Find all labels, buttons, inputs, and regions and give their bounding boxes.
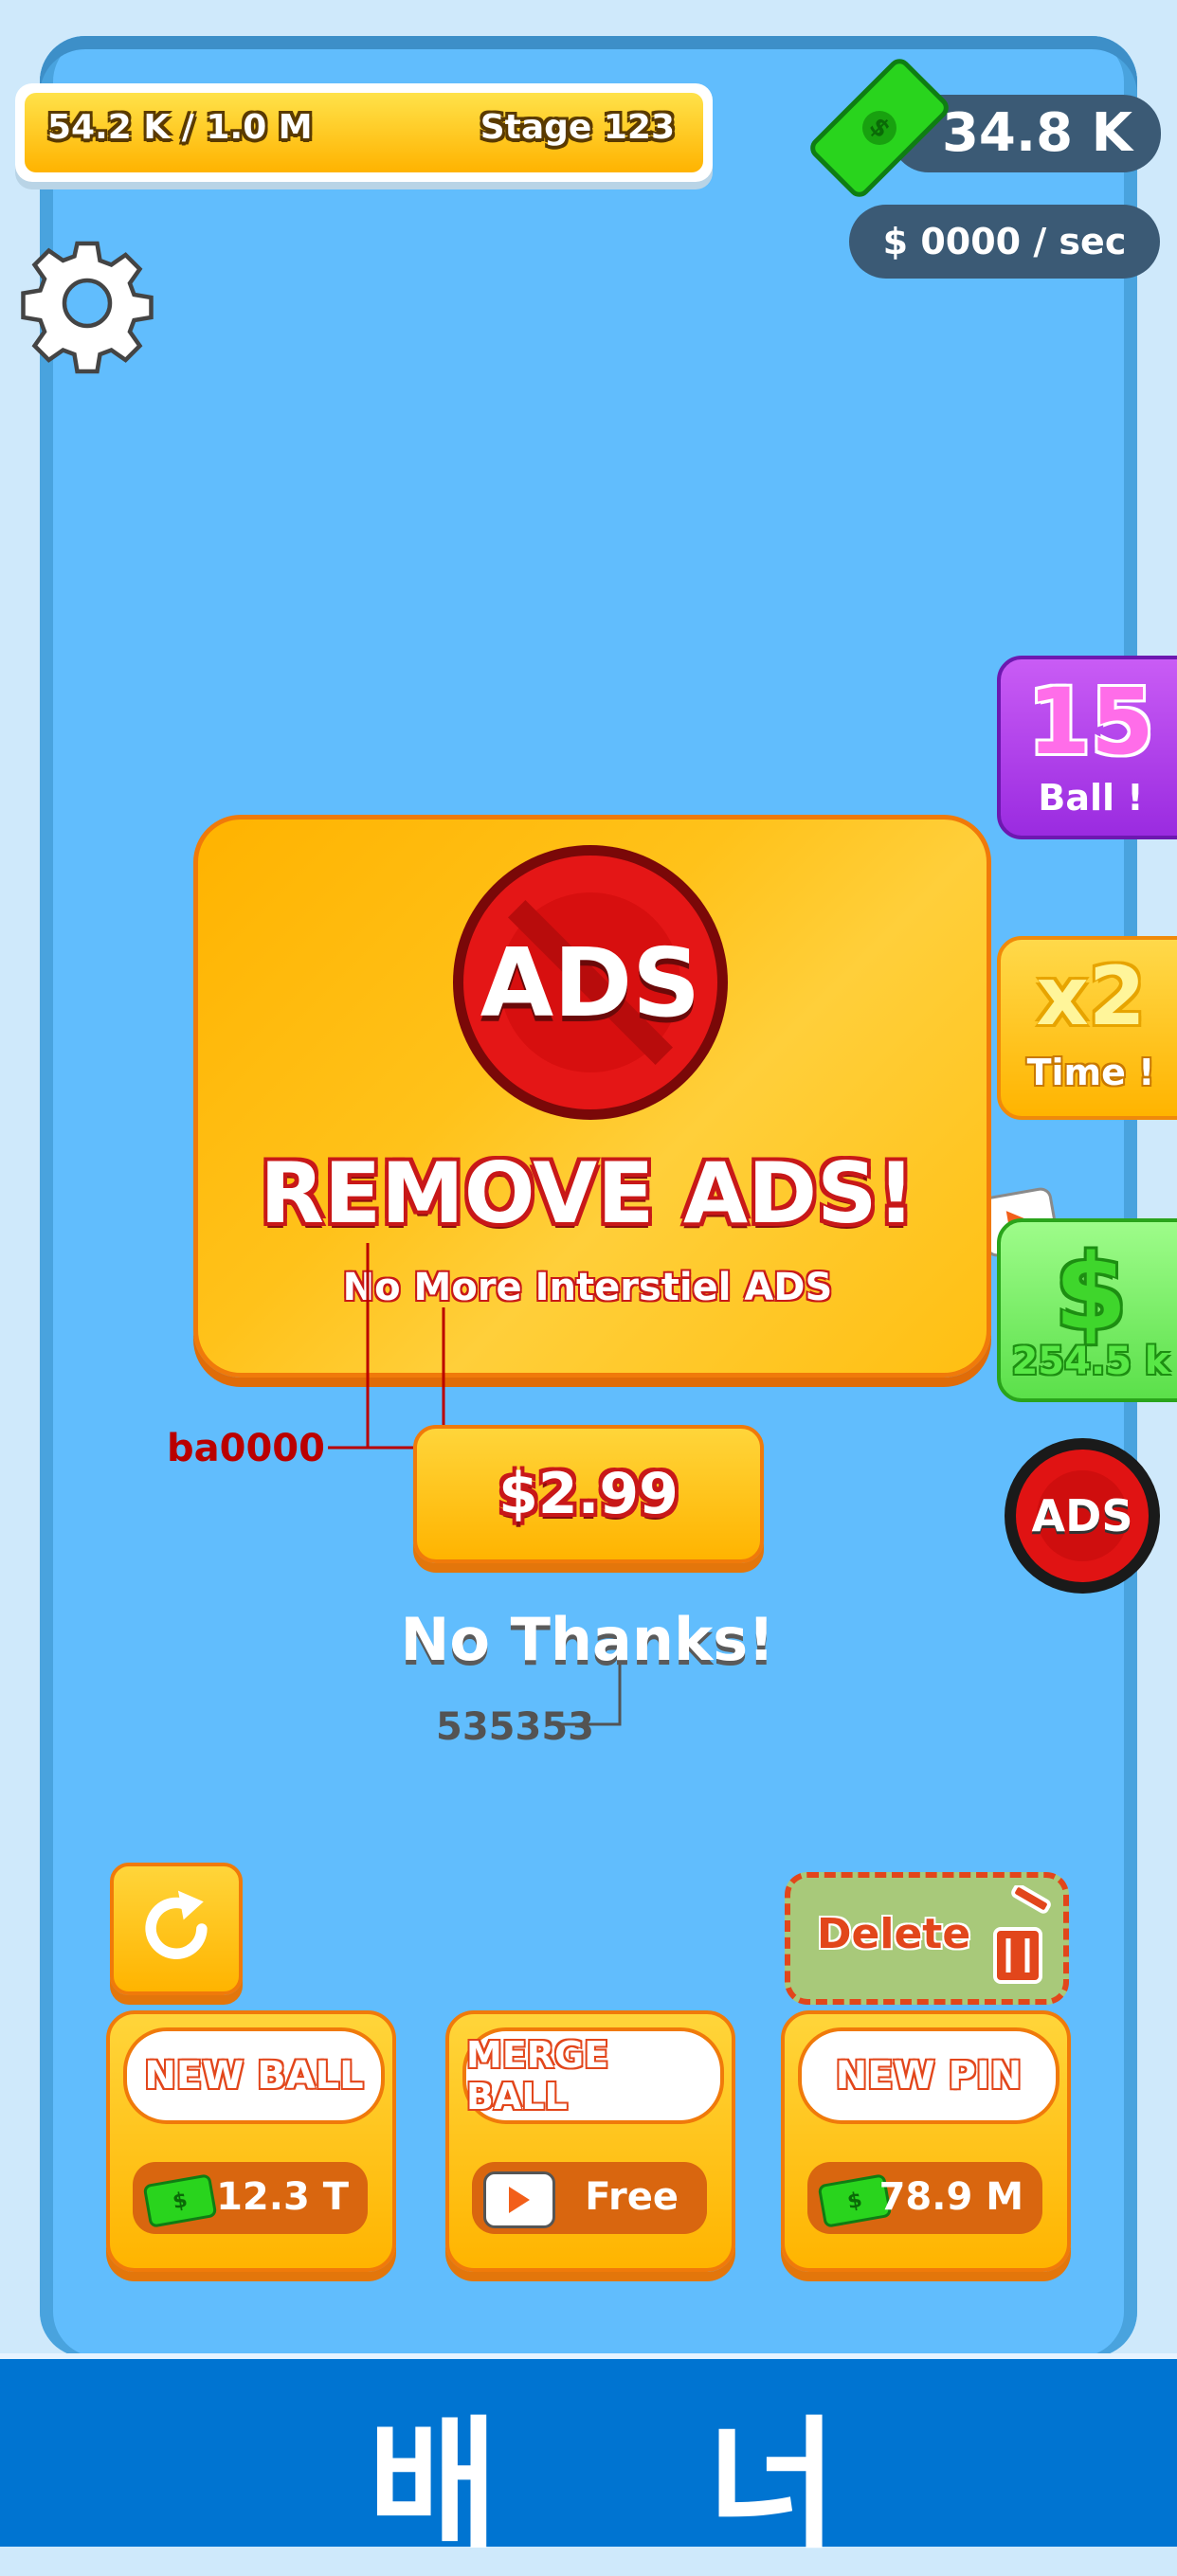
- delete-label: Delete: [817, 1910, 971, 1958]
- new-pin-button[interactable]: NEW PIN $ 78.9 M: [781, 2010, 1071, 2272]
- banner-text-right: 너: [707, 2404, 839, 2568]
- no-thanks-button[interactable]: No Thanks!: [398, 1605, 777, 1674]
- play-icon: [483, 2171, 555, 2228]
- merge-ball-label: MERGE BALL: [466, 2034, 609, 2117]
- merge-ball-cost: Free: [585, 2175, 679, 2219]
- new-pin-label: NEW PIN: [835, 2054, 1023, 2098]
- delete-zone[interactable]: Delete: [785, 1872, 1069, 2005]
- trash-icon: [993, 1885, 1051, 1984]
- cash-icon: $: [142, 2173, 218, 2228]
- annotation-gray: 535353: [436, 1705, 594, 1749]
- new-ball-label: NEW BALL: [144, 2054, 364, 2098]
- merge-ball-button[interactable]: MERGE BALL Free: [445, 2010, 735, 2272]
- buy-remove-ads-button[interactable]: $2.99: [413, 1425, 764, 1563]
- price-label: $2.99: [498, 1461, 679, 1527]
- new-pin-cost: 78.9 M: [878, 2175, 1023, 2219]
- ad-banner[interactable]: 배 너: [0, 2353, 1177, 2568]
- refresh-icon: [145, 1890, 208, 1959]
- annotation-red: ba0000: [167, 1427, 325, 1470]
- banner-text-left: 배: [368, 2404, 499, 2568]
- new-ball-button[interactable]: NEW BALL $ 12.3 T: [106, 2010, 396, 2272]
- new-ball-cost: 12.3 T: [216, 2175, 349, 2219]
- refresh-button[interactable]: [110, 1863, 243, 1995]
